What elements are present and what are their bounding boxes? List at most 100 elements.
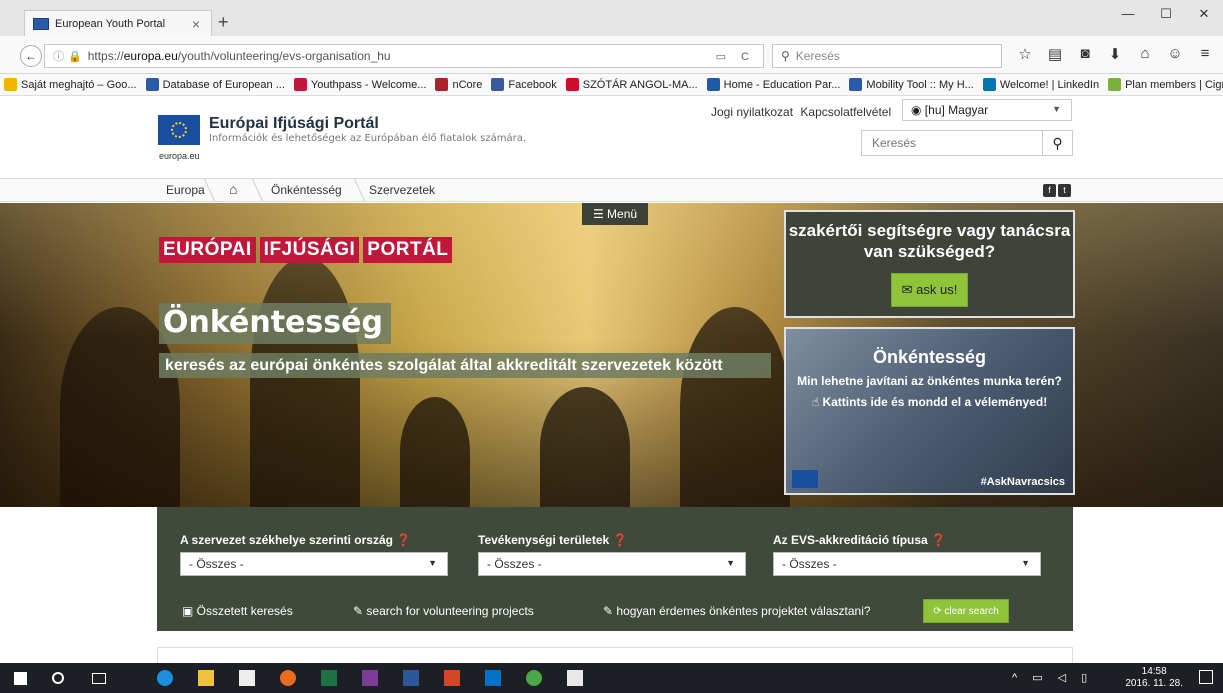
app-icon[interactable]: [526, 670, 542, 686]
ask-us-button[interactable]: ✉ ask us!: [890, 273, 969, 307]
bookmark-item[interactable]: Home - Education Par...: [706, 78, 840, 91]
account-icon[interactable]: ☺: [1160, 45, 1190, 63]
onenote-icon[interactable]: [362, 670, 378, 686]
reader-reload-icons[interactable]: ▭ C: [716, 50, 755, 63]
bookmarks-menu-icon[interactable]: ▤: [1040, 45, 1070, 63]
bookmark-item[interactable]: nCore: [435, 78, 482, 91]
ask-us-box: szakértői segítségre vagy tanácsra van s…: [784, 210, 1075, 318]
excel-icon[interactable]: [321, 670, 337, 686]
maximize-button[interactable]: ☐: [1147, 0, 1185, 28]
bookmark-favicon-icon: [849, 78, 863, 91]
firefox-icon[interactable]: [280, 670, 296, 686]
url-bar[interactable]: ⓘ 🔒 https://europa.eu/youth/volunteering…: [44, 44, 764, 68]
bookmark-item[interactable]: Saját meghajtó – Goo...: [4, 78, 137, 91]
bookmark-item[interactable]: Plan members | Cigna: [1108, 78, 1223, 91]
tab-close-icon[interactable]: ×: [189, 16, 203, 32]
advanced-search-link[interactable]: ▣ Összetett keresés: [182, 604, 293, 618]
browser-search-input[interactable]: ⚲ Keresés: [772, 44, 1002, 68]
downloads-icon[interactable]: ⬇: [1100, 45, 1130, 63]
search-icon[interactable]: [52, 672, 64, 684]
browser-tab[interactable]: European Youth Portal ×: [24, 10, 212, 36]
bookmark-favicon-icon: [982, 78, 996, 91]
close-window-button[interactable]: ✕: [1185, 0, 1223, 28]
breadcrumb-volunteering[interactable]: Önkéntesség: [271, 183, 342, 197]
hamburger-menu-icon[interactable]: ≡: [1190, 45, 1220, 63]
volunteering-projects-link[interactable]: ✎ search for volunteering projects: [353, 604, 534, 618]
chevron-down-icon: ▼: [1052, 104, 1061, 114]
windows-taskbar: ^ ▭ ◁ ▯ 14:58 2016. 11. 28.: [0, 663, 1223, 693]
facebook-icon[interactable]: f: [1043, 184, 1056, 197]
country-select[interactable]: - Összes - ▼: [180, 552, 448, 576]
site-search-input[interactable]: [862, 131, 1042, 155]
lock-icon: 🔒: [68, 50, 82, 63]
twitter-icon[interactable]: t: [1058, 184, 1071, 197]
bookmark-item[interactable]: Mobility Tool :: My H...: [849, 78, 974, 91]
breadcrumb-home-icon[interactable]: ⌂: [229, 181, 237, 197]
new-tab-button[interactable]: +: [218, 12, 229, 33]
chevron-down-icon: ▼: [1021, 558, 1030, 568]
bookmark-favicon-icon: [145, 78, 159, 91]
eu-flag-icon: [158, 115, 200, 145]
minimize-button[interactable]: —: [1109, 0, 1147, 28]
how-to-choose-link[interactable]: ✎ hogyan érdemes önkéntes projektet vála…: [603, 604, 871, 618]
bookmark-item[interactable]: Welcome! | LinkedIn: [982, 78, 1099, 91]
menu-button[interactable]: ☰ Menü: [582, 203, 648, 225]
bookmark-item[interactable]: Youthpass - Welcome...: [293, 78, 426, 91]
search-button[interactable]: ⚲: [1042, 131, 1072, 155]
browser-nav-bar: ← ⓘ 🔒 https://europa.eu/youth/volunteeri…: [0, 36, 1223, 74]
file-explorer-icon[interactable]: [198, 670, 214, 686]
outlook-icon[interactable]: [485, 670, 501, 686]
browser-toolbar-icons: ☆ ▤ ◙ ⬇ ⌂ ☺ ≡: [1010, 45, 1220, 63]
search-icon: ⚲: [781, 49, 790, 63]
chevron-down-icon: ▼: [428, 558, 437, 568]
media-player-icon[interactable]: [567, 670, 583, 686]
web-page: Jogi nyilatkozat Kapcsolatfelvétel ◉ [hu…: [0, 96, 1223, 663]
eu-flag-icon: [792, 470, 818, 488]
word-icon[interactable]: [403, 670, 419, 686]
windows-start-icon[interactable]: [14, 672, 27, 685]
info-icon[interactable]: ⓘ: [53, 48, 64, 64]
filter-panel: A szervezet székhelye szerinti ország ❓ …: [157, 507, 1073, 631]
tab-title: European Youth Portal: [55, 17, 166, 30]
breadcrumb: Europa ⌂ Önkéntesség Szervezetek f t: [0, 178, 1223, 202]
hero-banner: ☰ Menü EURÓPAI IFJÚSÁGI PORTÁL Önkéntess…: [0, 203, 1223, 507]
bookmark-favicon-icon: [1108, 78, 1122, 91]
site-search: ⚲: [861, 130, 1073, 156]
powerpoint-icon[interactable]: [444, 670, 460, 686]
legal-notice-link[interactable]: Jogi nyilatkozat: [711, 105, 793, 119]
portal-brand: EURÓPAI IFJÚSÁGI PORTÁL: [159, 237, 453, 263]
activity-filter-label: Tevékenységi területek ❓: [478, 533, 628, 547]
contact-link[interactable]: Kapcsolatfelvétel: [800, 105, 891, 119]
country-filter-label: A szervezet székhelye szerinti ország ❓: [180, 533, 412, 547]
edge-icon[interactable]: [157, 670, 173, 686]
site-logo[interactable]: Európai Ifjúsági Portál Információk és l…: [158, 115, 526, 145]
notification-icon[interactable]: [1199, 670, 1213, 684]
promo-cta: ☝ Kattints ide és mondd el a véleményed!: [811, 395, 1048, 409]
pocket-icon[interactable]: ◙: [1070, 45, 1100, 63]
clear-search-button[interactable]: ⟳ clear search: [923, 599, 1009, 623]
task-view-icon[interactable]: [92, 673, 106, 684]
top-links: Jogi nyilatkozat Kapcsolatfelvétel: [711, 105, 895, 119]
bookmark-favicon-icon: [491, 78, 505, 91]
back-button[interactable]: ←: [20, 45, 42, 67]
promo-question: Min lehetne javítani az önkéntes munka t…: [797, 374, 1062, 388]
bookmark-star-icon[interactable]: ☆: [1010, 45, 1040, 63]
store-icon[interactable]: [239, 670, 255, 686]
url-text[interactable]: https://europa.eu/youth/volunteering/evs…: [88, 49, 716, 63]
feedback-promo[interactable]: Önkéntesség Min lehetne javítani az önké…: [784, 327, 1075, 495]
promo-title: Önkéntesség: [872, 347, 987, 367]
accreditation-select[interactable]: - Összes - ▼: [773, 552, 1041, 576]
bookmark-favicon-icon: [435, 78, 449, 91]
accreditation-filter-label: Az EVS-akkreditáció típusa ❓: [773, 533, 946, 547]
language-select[interactable]: ◉ [hu] Magyar ▼: [902, 99, 1072, 121]
home-icon[interactable]: ⌂: [1130, 45, 1160, 63]
window-controls: — ☐ ✕: [1109, 0, 1223, 28]
page-title: Önkéntesség: [159, 303, 391, 344]
bookmark-item[interactable]: Database of European ...: [145, 78, 285, 91]
bookmark-favicon-icon: [706, 78, 720, 91]
clock[interactable]: 14:58 2016. 11. 28.: [1125, 666, 1183, 690]
bookmark-item[interactable]: SZÓTÁR ANGOL-MA...: [565, 78, 698, 91]
system-tray-icons[interactable]: ^ ▭ ◁ ▯: [1012, 671, 1093, 684]
bookmark-item[interactable]: Facebook: [491, 78, 557, 91]
activity-select[interactable]: - Összes - ▼: [478, 552, 746, 576]
